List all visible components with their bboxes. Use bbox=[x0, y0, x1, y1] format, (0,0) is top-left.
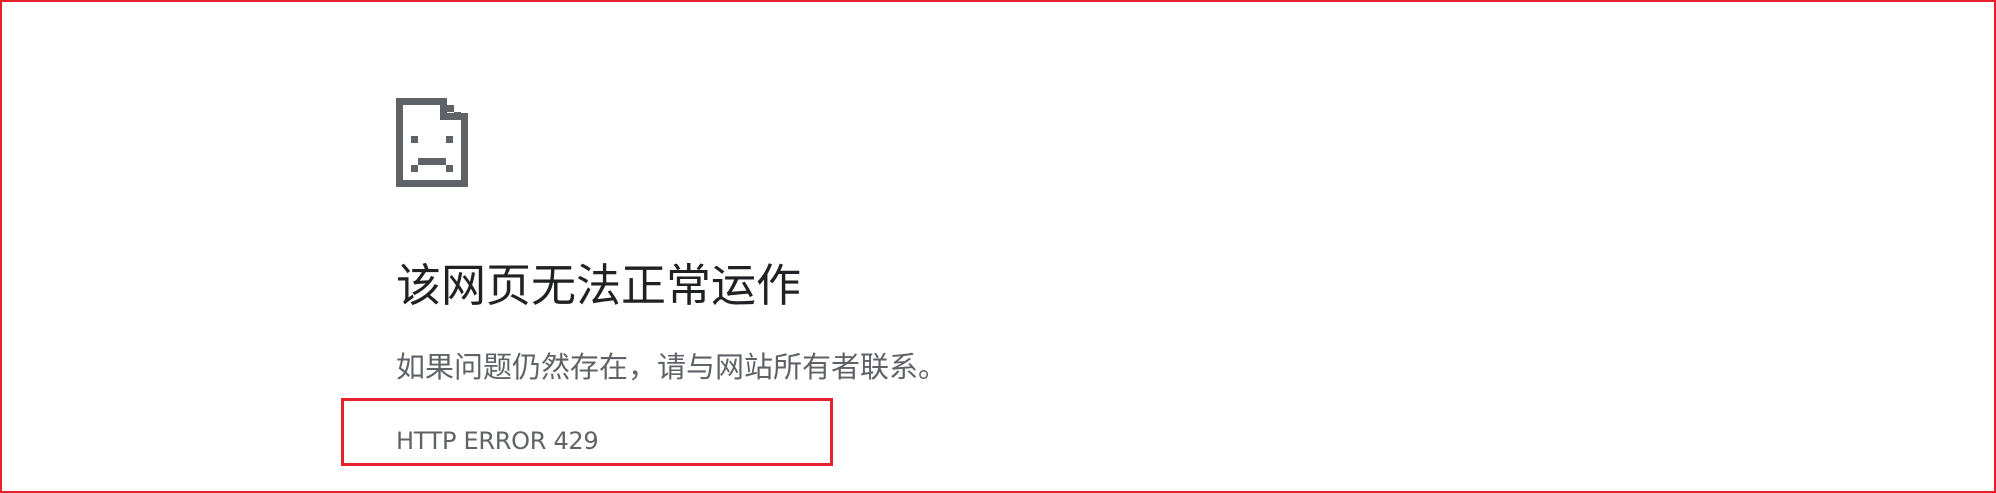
highlight-frame bbox=[0, 0, 1996, 493]
error-title: 该网页无法正常运作 bbox=[396, 259, 802, 312]
error-message: 如果问题仍然存在，请与网站所有者联系。 bbox=[396, 350, 948, 384]
error-code: HTTP ERROR 429 bbox=[396, 427, 599, 455]
sad-document-icon bbox=[396, 98, 468, 187]
